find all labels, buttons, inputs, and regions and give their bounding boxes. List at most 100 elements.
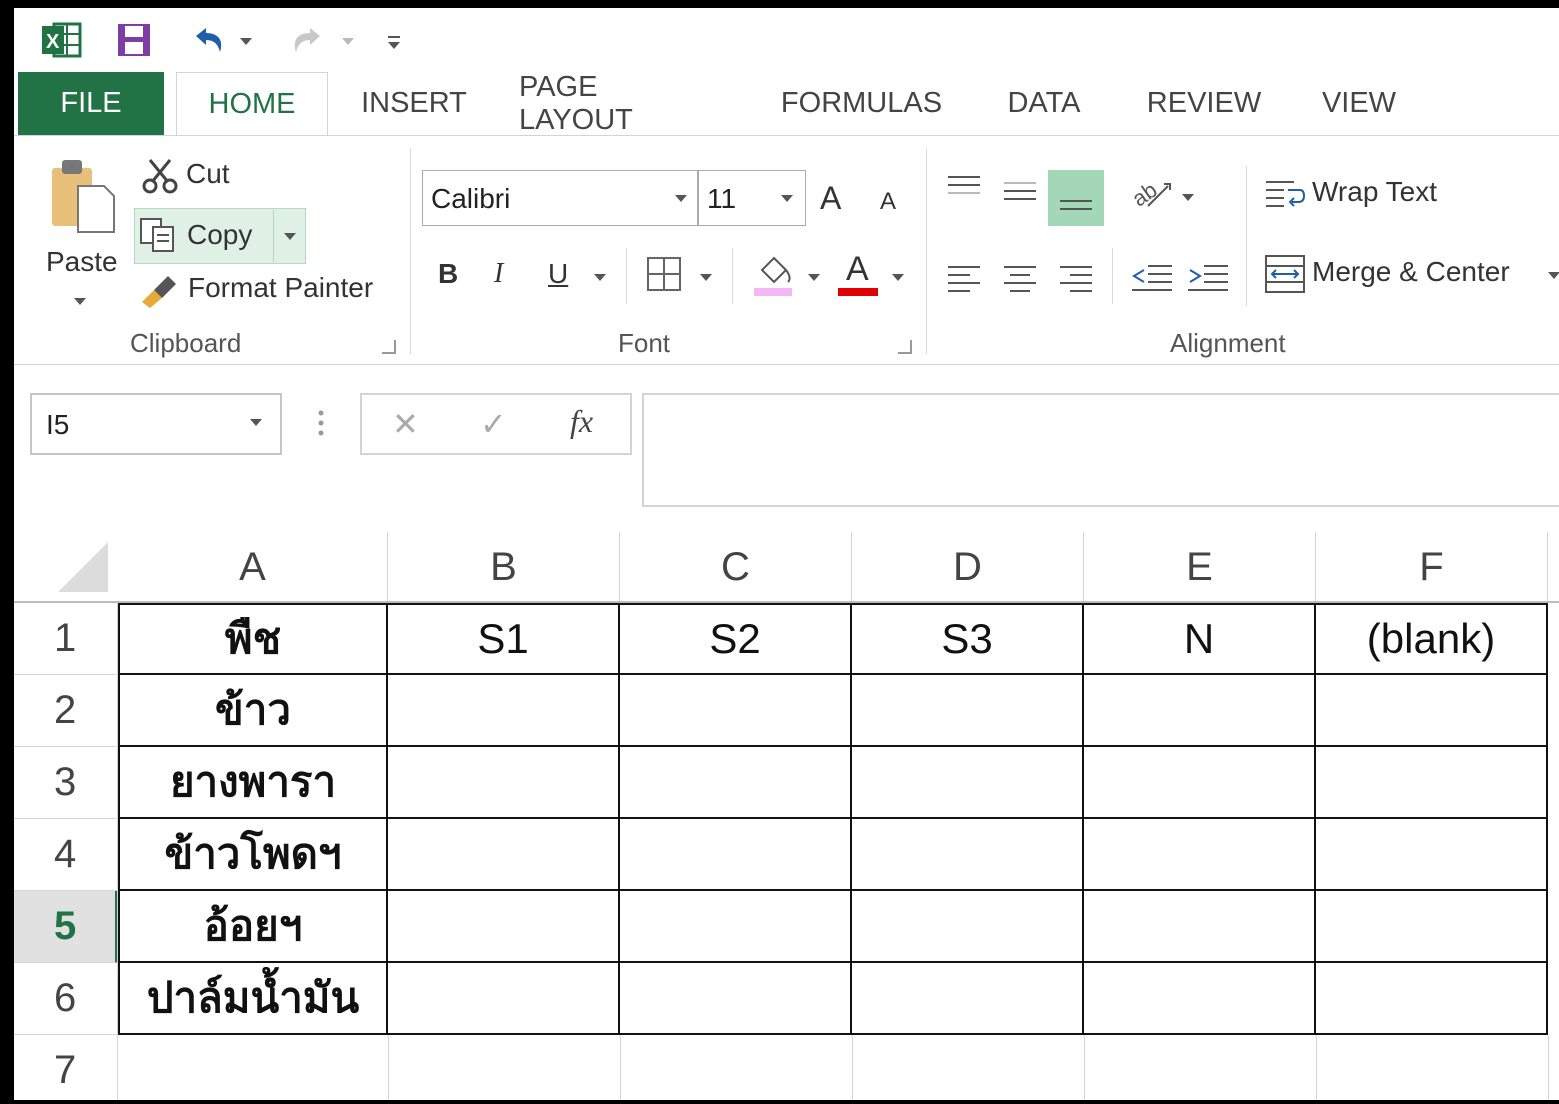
cell-f4[interactable] xyxy=(1316,819,1548,891)
cell-d1[interactable]: S3 xyxy=(852,603,1084,675)
align-center-icon[interactable] xyxy=(1004,266,1036,292)
row-header-2[interactable]: 2 xyxy=(14,675,118,747)
clipboard-dialog-launcher-icon[interactable] xyxy=(382,340,396,354)
chevron-down-icon[interactable] xyxy=(675,195,687,202)
column-header-b[interactable]: B xyxy=(388,532,620,602)
cancel-icon[interactable]: ✕ xyxy=(392,405,419,443)
tab-review[interactable]: REVIEW xyxy=(1144,72,1264,135)
align-right-icon[interactable] xyxy=(1060,266,1092,292)
tab-view[interactable]: VIEW xyxy=(1314,72,1404,135)
align-left-icon[interactable] xyxy=(948,266,980,292)
column-header-f[interactable]: F xyxy=(1316,532,1548,602)
chevron-down-icon[interactable] xyxy=(781,195,793,202)
row-header-1[interactable]: 1 xyxy=(14,603,118,675)
wrap-text-button[interactable]: Wrap Text xyxy=(1264,172,1464,216)
name-box[interactable]: I5 xyxy=(30,393,282,455)
underline-button[interactable]: U xyxy=(548,258,568,290)
cell-d3[interactable] xyxy=(852,747,1084,819)
cell-c3[interactable] xyxy=(620,747,852,819)
cell-e3[interactable] xyxy=(1084,747,1316,819)
merge-center-button[interactable]: Merge & Center xyxy=(1264,250,1559,298)
cell-e1[interactable]: N xyxy=(1084,603,1316,675)
cell-b3[interactable] xyxy=(388,747,620,819)
chevron-down-icon[interactable] xyxy=(892,274,904,281)
row-header-4[interactable]: 4 xyxy=(14,819,118,891)
cell-b4[interactable] xyxy=(388,819,620,891)
increase-indent-icon[interactable] xyxy=(1186,260,1230,301)
cell-c5[interactable] xyxy=(620,891,852,963)
font-color-button[interactable]: A xyxy=(838,250,880,296)
cell-b1[interactable]: S1 xyxy=(388,603,620,675)
column-header-e[interactable]: E xyxy=(1084,532,1316,602)
tab-page-layout[interactable]: PAGE LAYOUT xyxy=(519,71,719,136)
chevron-down-icon[interactable] xyxy=(808,274,820,281)
cell-d4[interactable] xyxy=(852,819,1084,891)
formula-input[interactable] xyxy=(642,393,1559,507)
row-header-7[interactable]: 7 xyxy=(14,1035,118,1100)
cell-e6[interactable] xyxy=(1084,963,1316,1035)
save-icon[interactable] xyxy=(114,20,154,60)
tab-data[interactable]: DATA xyxy=(999,72,1089,135)
format-painter-button[interactable]: Format Painter xyxy=(138,266,388,310)
undo-icon[interactable] xyxy=(186,20,252,60)
customize-qat-icon[interactable] xyxy=(384,20,404,60)
cell-f1[interactable]: (blank) xyxy=(1316,603,1548,675)
select-all-corner[interactable] xyxy=(14,532,118,602)
top-align-icon[interactable] xyxy=(948,176,980,202)
cell-a5[interactable]: อ้อยฯ xyxy=(118,891,388,963)
copy-button[interactable]: Copy xyxy=(134,208,306,264)
chevron-down-icon[interactable] xyxy=(1182,194,1194,201)
cell-a3[interactable]: ยางพารา xyxy=(118,747,388,819)
cell-f3[interactable] xyxy=(1316,747,1548,819)
row-header-3[interactable]: 3 xyxy=(14,747,118,819)
font-size-combo[interactable]: 11 xyxy=(698,170,806,226)
cell-a2[interactable]: ข้าว xyxy=(118,675,388,747)
cell-c6[interactable] xyxy=(620,963,852,1035)
cell-a1[interactable]: พืช xyxy=(118,603,388,675)
cell-d6[interactable] xyxy=(852,963,1084,1035)
cell-a4[interactable]: ข้าวโพดฯ xyxy=(118,819,388,891)
cell-f2[interactable] xyxy=(1316,675,1548,747)
chevron-down-icon[interactable] xyxy=(250,419,262,426)
bottom-align-button[interactable] xyxy=(1048,170,1104,226)
tab-file[interactable]: FILE xyxy=(18,72,164,135)
cell-c4[interactable] xyxy=(620,819,852,891)
tab-formulas[interactable]: FORMULAS xyxy=(779,72,944,135)
bold-button[interactable]: B xyxy=(438,258,458,290)
cell-b6[interactable] xyxy=(388,963,620,1035)
cell-e4[interactable] xyxy=(1084,819,1316,891)
cell-b5[interactable] xyxy=(388,891,620,963)
cell-c2[interactable] xyxy=(620,675,852,747)
chevron-down-icon[interactable] xyxy=(74,298,86,305)
insert-function-icon[interactable]: fx xyxy=(570,403,593,440)
chevron-down-icon[interactable] xyxy=(240,38,252,45)
tab-insert[interactable]: INSERT xyxy=(354,72,474,135)
column-header-c[interactable]: C xyxy=(620,532,852,602)
cut-button[interactable]: Cut xyxy=(138,154,318,194)
cell-b2[interactable] xyxy=(388,675,620,747)
font-dialog-launcher-icon[interactable] xyxy=(898,340,912,354)
font-name-combo[interactable]: Calibri xyxy=(422,170,698,226)
fill-color-icon[interactable] xyxy=(752,250,796,301)
column-header-d[interactable]: D xyxy=(852,532,1084,602)
enter-icon[interactable]: ✓ xyxy=(480,405,507,443)
chevron-down-icon[interactable] xyxy=(1548,272,1559,279)
cell-c1[interactable]: S2 xyxy=(620,603,852,675)
borders-icon[interactable] xyxy=(646,256,682,297)
row-header-5[interactable]: 5 xyxy=(14,891,118,963)
cell-f5[interactable] xyxy=(1316,891,1548,963)
cell-d5[interactable] xyxy=(852,891,1084,963)
cell-e2[interactable] xyxy=(1084,675,1316,747)
cell-d2[interactable] xyxy=(852,675,1084,747)
chevron-down-icon[interactable] xyxy=(700,274,712,281)
tab-home[interactable]: HOME xyxy=(176,72,328,136)
chevron-down-icon[interactable] xyxy=(594,274,606,281)
cell-a6[interactable]: ปาล์มน้ำมัน xyxy=(118,963,388,1035)
decrease-font-size-button[interactable]: A xyxy=(880,188,896,216)
column-header-a[interactable]: A xyxy=(118,532,388,602)
row-header-6[interactable]: 6 xyxy=(14,963,118,1035)
cell-e5[interactable] xyxy=(1084,891,1316,963)
middle-align-icon[interactable] xyxy=(1004,182,1036,208)
italic-button[interactable]: I xyxy=(494,258,503,290)
paste-button[interactable]: Paste xyxy=(46,156,126,308)
